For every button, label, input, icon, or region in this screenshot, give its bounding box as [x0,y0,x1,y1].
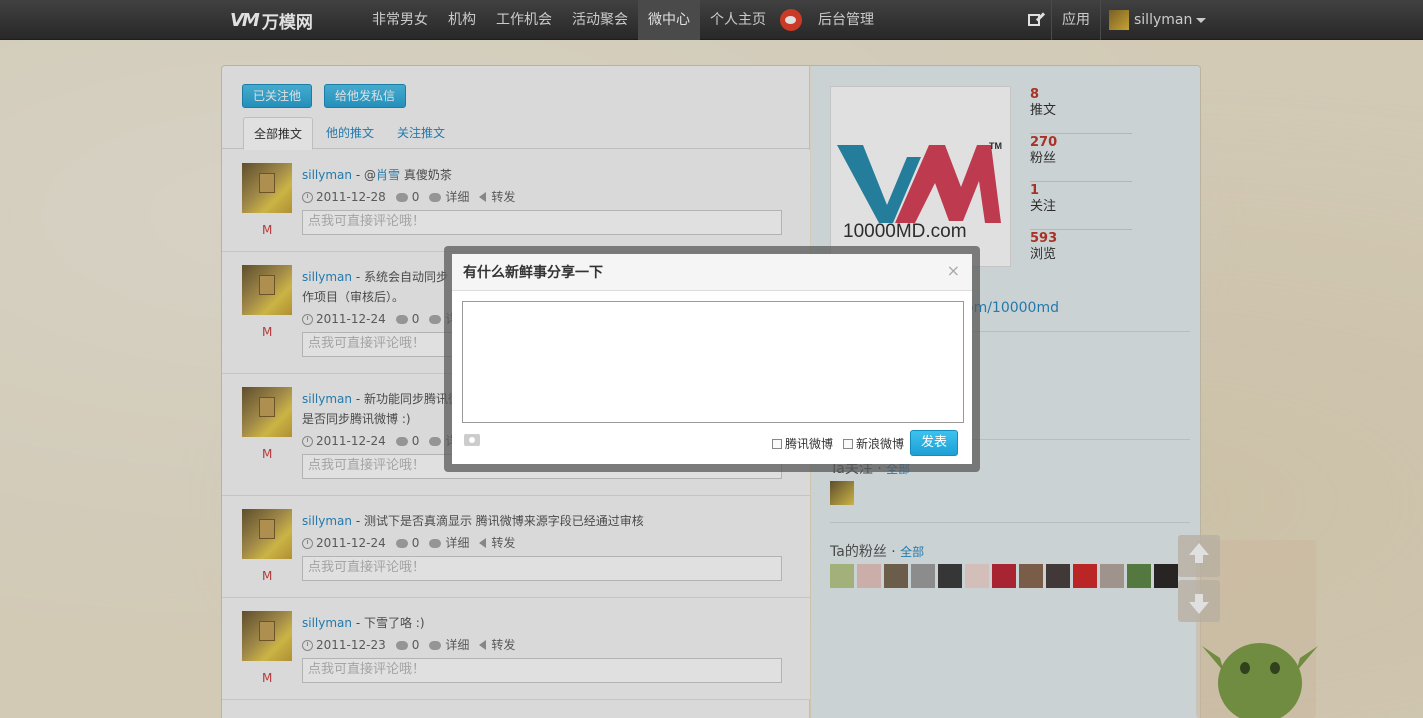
compose-textarea[interactable] [462,301,964,423]
compose-modal: 有什么新鲜事分享一下 × 腾讯微博 新浪微博 发表 [452,254,972,464]
modal-title: 有什么新鲜事分享一下 [463,265,603,281]
modal-header: 有什么新鲜事分享一下 × [452,254,972,291]
camera-icon[interactable] [464,434,480,446]
sina-weibo-checkbox[interactable]: 新浪微博 [843,435,904,452]
compose-modal-frame: 有什么新鲜事分享一下 × 腾讯微博 新浪微博 发表 [444,246,980,472]
publish-button[interactable]: 发表 [910,430,958,456]
tencent-weibo-checkbox[interactable]: 腾讯微博 [772,435,833,452]
close-icon[interactable]: × [947,261,960,280]
